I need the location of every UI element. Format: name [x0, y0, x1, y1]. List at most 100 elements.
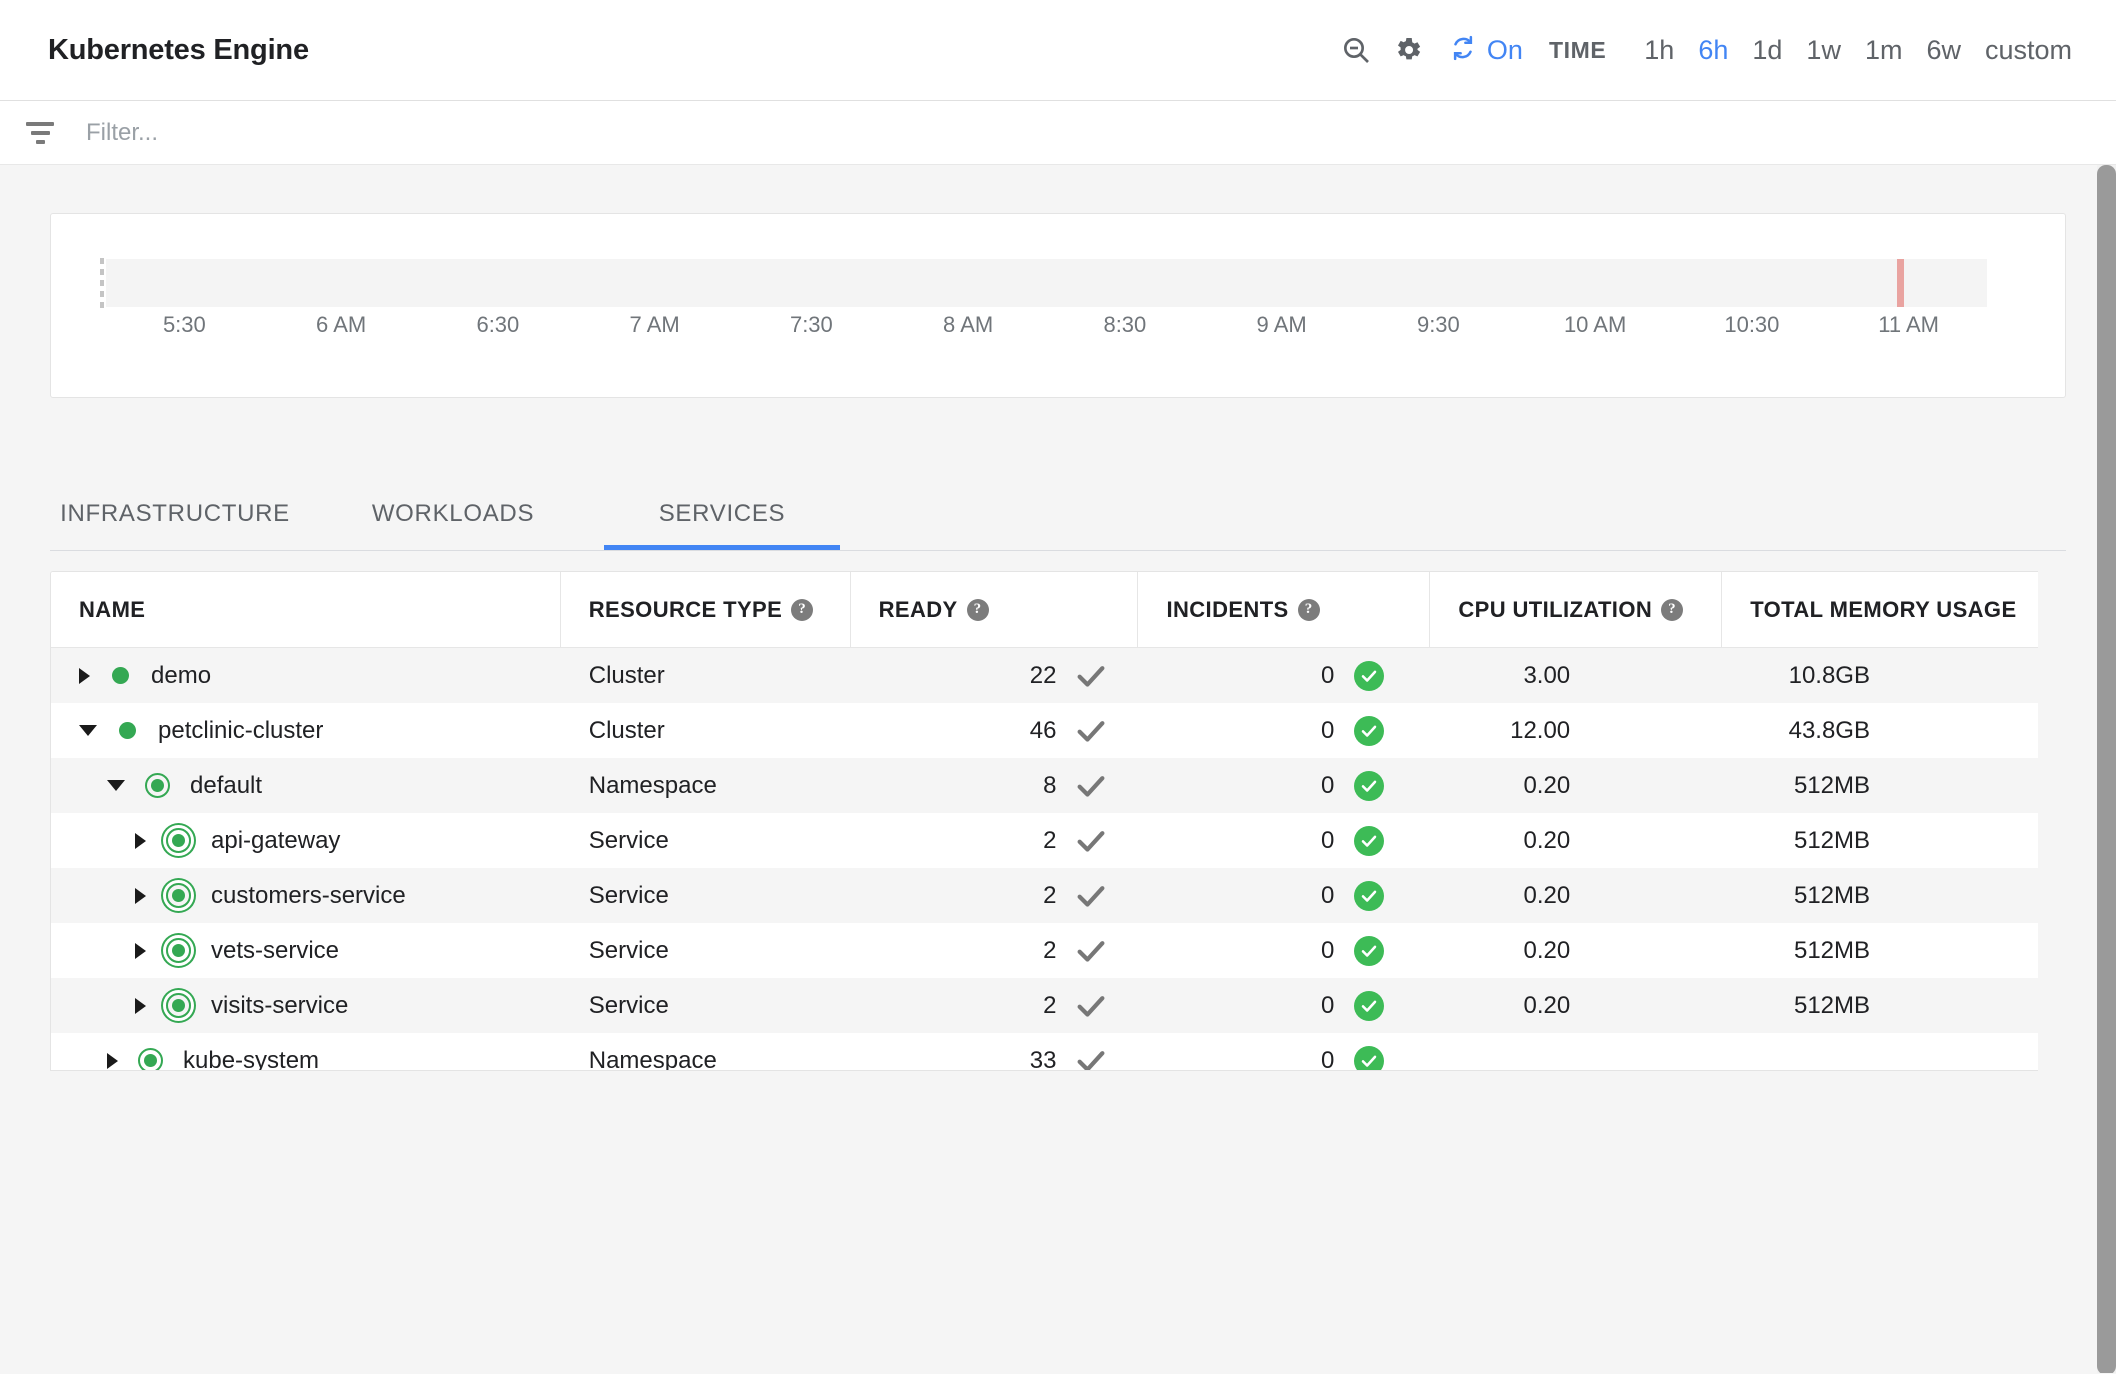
- expand-arrow-icon[interactable]: [135, 997, 146, 1014]
- column-header-total-memory-usage: TOTAL MEMORY USAGE: [1750, 596, 2017, 622]
- range-1w[interactable]: 1w: [1794, 35, 1853, 66]
- expand-arrow-icon[interactable]: [135, 942, 146, 959]
- tab-infrastructure[interactable]: INFRASTRUCTURE: [50, 500, 300, 550]
- filter-bar: [0, 101, 2116, 165]
- help-icon[interactable]: ?: [791, 598, 814, 621]
- row-cpu-utilization: 12.00: [1430, 703, 1722, 758]
- range-6w[interactable]: 6w: [1914, 35, 1973, 66]
- cpu-value: 0.20: [1523, 771, 1571, 799]
- timeline-tick: 7:30: [789, 312, 833, 337]
- row-resource-type: Cluster: [588, 716, 665, 744]
- row-memory-usage: 512MB: [1722, 813, 2038, 868]
- timeline-tick: 8 AM: [943, 312, 994, 337]
- range-1h[interactable]: 1h: [1632, 35, 1686, 66]
- timeline-tick: 5:30: [162, 312, 206, 337]
- row-name-cell[interactable]: vets-service: [51, 923, 561, 978]
- status-ring-double-icon: [166, 828, 191, 853]
- memory-value: 512MB: [1793, 826, 1871, 854]
- status-ring-double-icon: [166, 938, 191, 963]
- range-custom[interactable]: custom: [1973, 35, 2072, 66]
- table-row[interactable]: kube-system Namespace 33 0: [51, 1033, 2038, 1070]
- row-ready: 2: [851, 923, 1139, 978]
- row-cpu-utilization: 0.20: [1430, 868, 1722, 923]
- expand-arrow-icon[interactable]: [135, 832, 146, 849]
- vertical-scrollbar[interactable]: [2097, 165, 2116, 1373]
- row-name-cell[interactable]: kube-system: [51, 1033, 561, 1070]
- timeline-tick: 10 AM: [1563, 312, 1627, 337]
- row-cpu-utilization: 0.20: [1430, 923, 1722, 978]
- incident-ok-icon: [1354, 935, 1385, 966]
- expand-arrow-icon[interactable]: [135, 887, 146, 904]
- row-ready: 33: [851, 1033, 1139, 1070]
- incidents-count: 0: [1320, 661, 1335, 689]
- row-name-cell[interactable]: api-gateway: [51, 813, 561, 868]
- memory-value: 512MB: [1793, 991, 1871, 1019]
- row-name-cell[interactable]: customers-service: [51, 868, 561, 923]
- expand-arrow-icon[interactable]: [107, 1052, 118, 1069]
- row-resource-type: Service: [588, 991, 669, 1019]
- status-ring-double-icon: [166, 883, 191, 908]
- row-name-label: default: [190, 771, 263, 799]
- search-input[interactable]: [86, 118, 846, 147]
- table-row[interactable]: api-gateway Service 2 0 0.20 512MB: [51, 813, 2038, 868]
- memory-value: 512MB: [1793, 771, 1870, 799]
- row-name-label: vets-service: [211, 936, 340, 964]
- row-ready: 2: [851, 813, 1139, 868]
- timeline-axis: 5:30 6 AM 6:30 7 AM 7:30 8 AM 8:30 9 AM 9:30 10 A…: [106, 312, 1987, 352]
- expand-arrow-icon[interactable]: [79, 667, 90, 684]
- table-row[interactable]: vets-service Service 2 0 0.20 512MB: [51, 923, 2038, 978]
- range-1d[interactable]: 1d: [1740, 35, 1794, 66]
- row-cpu-utilization: 0.20: [1430, 978, 1722, 1033]
- table-row[interactable]: demo Cluster 22 0 3.00 10.8GB: [51, 648, 2038, 703]
- refresh-icon: [1448, 33, 1478, 68]
- row-cpu-utilization: 0.20: [1430, 813, 1722, 868]
- row-memory-usage: [1722, 1033, 2038, 1070]
- table-row[interactable]: visits-service Service 2 0 0.20 512MB: [51, 978, 2038, 1033]
- help-icon[interactable]: ?: [1297, 598, 1320, 621]
- row-name-label: api-gateway: [211, 826, 341, 854]
- help-icon[interactable]: ?: [966, 598, 989, 621]
- row-name-cell[interactable]: visits-service: [51, 978, 561, 1033]
- services-table: NAME RESOURCE TYPE ? READY ? INCIDENTS ?…: [50, 571, 2038, 1071]
- row-cpu-utilization: [1430, 1033, 1722, 1070]
- table-row[interactable]: customers-service Service 2 0 0.20 512MB: [51, 868, 2038, 923]
- row-name-label: demo: [151, 661, 212, 689]
- row-name-label: visits-service: [211, 991, 349, 1019]
- row-resource-type: Service: [588, 936, 669, 964]
- ready-check-icon: [1070, 934, 1112, 968]
- auto-refresh-toggle[interactable]: On: [1448, 33, 1523, 68]
- row-name-cell[interactable]: default: [51, 758, 561, 813]
- collapse-arrow-icon[interactable]: [79, 725, 97, 736]
- filter-icon[interactable]: [18, 121, 62, 144]
- ready-count: 2: [1043, 826, 1057, 854]
- range-6h[interactable]: 6h: [1686, 35, 1740, 66]
- table-row[interactable]: default Namespace 8 0 0.20 512MB: [51, 758, 2038, 813]
- row-name-cell[interactable]: demo: [51, 648, 561, 703]
- row-name-cell[interactable]: petclinic-cluster: [51, 703, 561, 758]
- timeline-card[interactable]: 5:30 6 AM 6:30 7 AM 7:30 8 AM 8:30 9 AM 9:30 10 A…: [50, 213, 2066, 398]
- range-1m[interactable]: 1m: [1853, 35, 1915, 66]
- ready-check-icon: [1070, 824, 1112, 858]
- incidents-count: 0: [1320, 991, 1335, 1019]
- help-icon[interactable]: ?: [1661, 598, 1684, 621]
- timeline-tick: 6 AM: [316, 312, 367, 337]
- ready-count: 2: [1043, 936, 1057, 964]
- row-cpu-utilization: 3.00: [1430, 648, 1722, 703]
- zoom-out-icon[interactable]: [1330, 24, 1382, 76]
- row-ready: 2: [851, 978, 1139, 1033]
- ready-count: 8: [1043, 771, 1057, 799]
- gear-icon[interactable]: [1382, 24, 1434, 76]
- row-resource-type: Cluster: [588, 661, 665, 689]
- tab-workloads[interactable]: WORKLOADS: [324, 500, 582, 550]
- incident-ok-icon: [1354, 770, 1385, 801]
- memory-value: 43.8GB: [1788, 716, 1870, 744]
- ready-check-icon: [1070, 989, 1112, 1023]
- timeline-band[interactable]: [106, 259, 1987, 307]
- status-dot-icon: [119, 722, 136, 739]
- incidents-count: 0: [1320, 936, 1335, 964]
- collapse-arrow-icon[interactable]: [107, 780, 125, 791]
- scrollbar-thumb[interactable]: [2097, 165, 2116, 1373]
- table-row[interactable]: petclinic-cluster Cluster 46 0 12.00 43.8GB: [51, 703, 2038, 758]
- timeline-tick: 10:30: [1724, 312, 1780, 337]
- tab-services[interactable]: SERVICES: [604, 500, 840, 550]
